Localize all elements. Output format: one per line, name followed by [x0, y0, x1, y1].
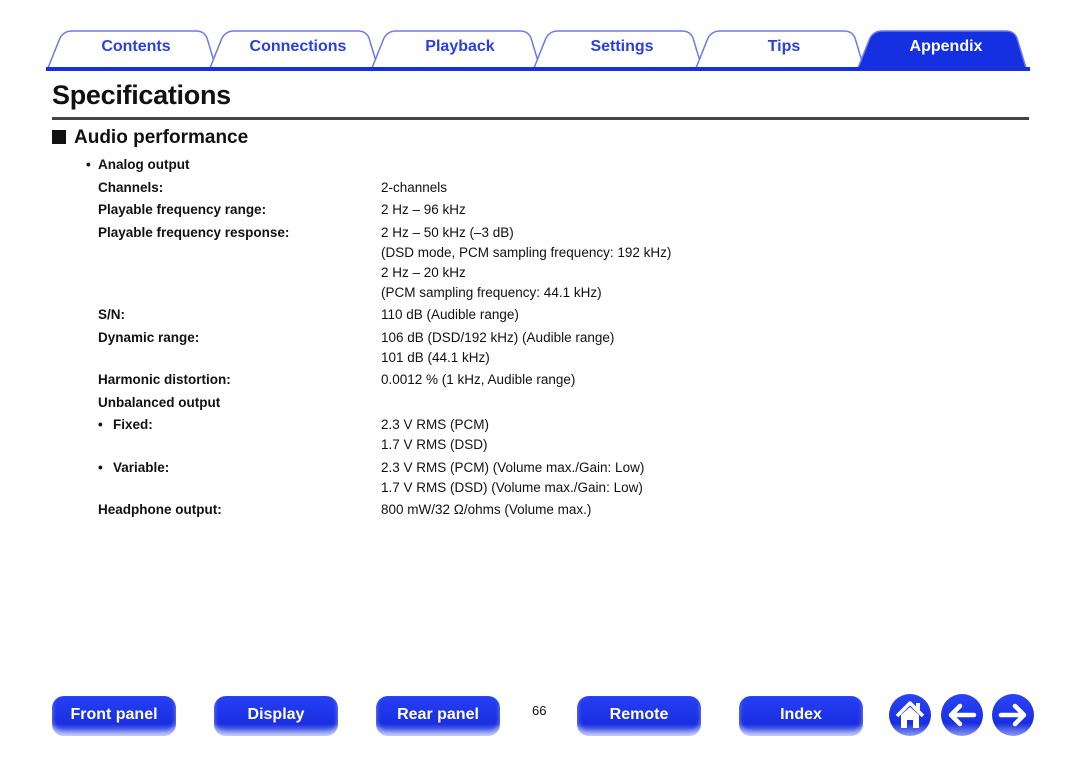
spec-row: Harmonic distortion: 0.0012 % (1 kHz, Aud…: [86, 370, 671, 390]
spec-row: Playable frequency range: 2 Hz – 96 kHz: [86, 200, 671, 220]
spec-value: 2.3 V RMS (PCM) (Volume max./Gain: Low) 1…: [381, 458, 644, 498]
spec-label: Dynamic range:: [98, 329, 200, 345]
tab-tips[interactable]: Tips: [694, 30, 874, 68]
spec-value-line: 800 mW/32 Ω/ohms (Volume max.): [381, 502, 592, 517]
spec-row: Playable frequency response: 2 Hz – 50 kH…: [86, 223, 671, 303]
spec-label: Playable frequency response:: [98, 224, 290, 240]
spec-value: 2.3 V RMS (PCM) 1.7 V RMS (DSD): [381, 415, 489, 455]
spec-row: Headphone output: 800 mW/32 Ω/ohms (Volum…: [86, 500, 671, 520]
spec-row: Channels: 2-channels: [86, 178, 671, 198]
spec-value: 2-channels: [381, 178, 447, 198]
back-arrow-icon: [948, 703, 977, 727]
spec-label: Playable frequency range:: [98, 202, 267, 217]
spec-value-line: 101 dB (44.1 kHz): [381, 349, 490, 365]
spec-value-line: 0.0012 % (1 kHz, Audible range): [381, 372, 576, 387]
spec-value: 110 dB (Audible range): [381, 305, 519, 325]
tab-label: Tips: [767, 38, 801, 55]
tab-settings[interactable]: Settings: [532, 30, 712, 68]
spec-row: S/N: 110 dB (Audible range): [86, 305, 671, 325]
tab-appendix[interactable]: Appendix: [856, 30, 1036, 68]
spec-value-line: 2 Hz – 50 kHz (–3 dB): [381, 224, 514, 240]
square-bullet-icon: [52, 130, 66, 144]
spec-value-line: 1.7 V RMS (DSD) (Volume max./Gain: Low): [381, 479, 643, 495]
spec-label: S/N:: [98, 307, 125, 322]
spec-row: Analog output: [86, 155, 671, 175]
spec-value: 800 mW/32 Ω/ohms (Volume max.): [381, 500, 591, 520]
tab-contents[interactable]: Contents: [46, 30, 226, 68]
tab-label: Contents: [101, 38, 171, 55]
tab-label: Playback: [425, 38, 495, 55]
spec-value-line: (PCM sampling frequency: 44.1 kHz): [381, 284, 602, 300]
spec-value-line: 2-channels: [381, 179, 448, 195]
spec-row: Dynamic range: 106 dB (DSD/192 kHz) (Audi…: [86, 328, 671, 368]
section-title: Audio performance: [52, 127, 248, 149]
spec-label: Analog output: [86, 155, 381, 175]
nav-tabs: Contents Connections Playback Settings Tips A…: [46, 30, 1030, 70]
spec-value-line: 110 dB (Audible range): [381, 307, 519, 322]
spec-value-line: 2.3 V RMS (PCM): [381, 417, 490, 432]
spec-label: Channels:: [98, 179, 164, 195]
spec-row: Unbalanced output: [86, 393, 671, 413]
rear-panel-button[interactable]: Rear panel: [376, 696, 500, 736]
title-rule: [52, 117, 1029, 120]
page-number: 66: [532, 703, 547, 718]
back-button[interactable]: [941, 694, 983, 736]
tab-divider: [46, 67, 1030, 71]
forward-arrow-icon: [998, 703, 1027, 727]
home-button[interactable]: [889, 694, 931, 736]
remote-button[interactable]: Remote: [577, 696, 701, 736]
page-title: Specifications: [52, 80, 231, 110]
spec-label: Unbalanced output: [98, 394, 221, 410]
spec-value: 2 Hz – 50 kHz (–3 dB) (DSD mode, PCM samp…: [381, 223, 671, 303]
index-button[interactable]: Index: [739, 696, 863, 736]
tab-connections[interactable]: Connections: [208, 30, 388, 68]
display-button[interactable]: Display: [214, 696, 338, 736]
forward-button[interactable]: [992, 694, 1034, 736]
home-icon: [895, 701, 925, 728]
spec-value-line: (DSD mode, PCM sampling frequency: 192 k…: [381, 244, 672, 260]
tab-label: Settings: [590, 38, 654, 55]
spec-value-line: 2 Hz – 20 kHz: [381, 264, 466, 280]
tab-label: Appendix: [909, 38, 983, 55]
tab-playback[interactable]: Playback: [370, 30, 550, 68]
spec-label: Variable:: [86, 458, 381, 498]
spec-value: 0.0012 % (1 kHz, Audible range): [381, 370, 575, 390]
front-panel-button[interactable]: Front panel: [52, 696, 176, 736]
spec-value: 2 Hz – 96 kHz: [381, 200, 466, 220]
tab-label: Connections: [249, 38, 347, 55]
spec-label: Headphone output:: [98, 502, 222, 517]
spec-value: 106 dB (DSD/192 kHz) (Audible range) 101 …: [381, 328, 614, 368]
spec-value-line: 106 dB (DSD/192 kHz) (Audible range): [381, 329, 615, 345]
spec-list: Analog output Channels: 2-channels Playable…: [86, 155, 671, 523]
spec-label: Harmonic distortion:: [98, 372, 231, 387]
spec-label: Fixed:: [86, 415, 381, 455]
spec-value-line: 2.3 V RMS (PCM) (Volume max./Gain: Low): [381, 459, 645, 475]
spec-row: Variable:2.3 V RMS (PCM) (Volume max./Ga…: [86, 458, 671, 498]
spec-row: Fixed:2.3 V RMS (PCM) 1.7 V RMS (DSD): [86, 415, 671, 455]
spec-value-line: 2 Hz – 96 kHz: [381, 202, 466, 217]
spec-value-line: 1.7 V RMS (DSD): [381, 437, 488, 452]
